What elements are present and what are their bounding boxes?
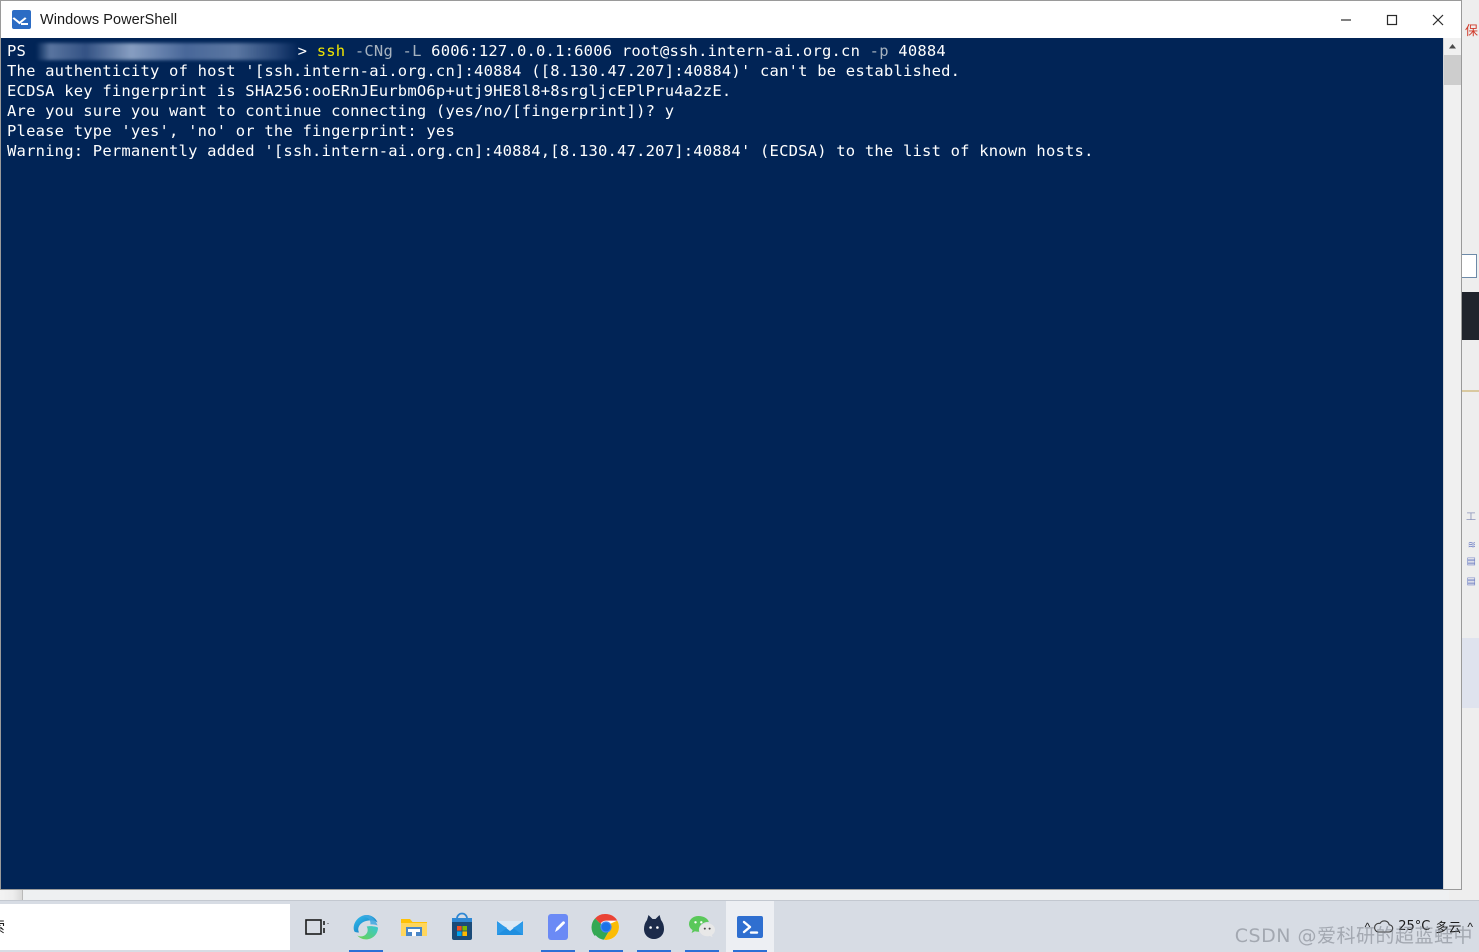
cat-icon (644, 914, 664, 939)
close-icon (1432, 14, 1444, 25)
redacted-path (35, 43, 298, 60)
scroll-up-icon (1449, 44, 1456, 49)
taskbar-item-onenote[interactable] (534, 901, 582, 952)
console-area[interactable]: PS > ssh -CNg -L 6006:127.0.0.1:6006 roo… (1, 38, 1461, 889)
wechat-icon (689, 915, 715, 937)
scrollbar-thumb[interactable] (1444, 55, 1461, 85)
output-line: The authenticity of host '[ssh.intern-ai… (7, 62, 961, 80)
background-right-glyph-2: ≋ (1467, 540, 1476, 551)
cloud-icon (1374, 919, 1394, 933)
console-output[interactable]: PS > ssh -CNg -L 6006:127.0.0.1:6006 roo… (1, 38, 1443, 889)
background-right-glyph-4: ▤ (1466, 576, 1476, 587)
weather-temperature: 25°C (1398, 919, 1431, 934)
command-target: root@ssh.intern-ai.org.cn (621, 42, 861, 60)
task-view-icon (305, 918, 329, 935)
output-line: Warning: Permanently added '[ssh.intern-… (7, 142, 1094, 160)
taskbar-item-file-explorer[interactable] (390, 901, 438, 952)
taskbar-item-microsoft-edge[interactable] (342, 901, 390, 952)
command-forward: 6006:127.0.0.1:6006 (431, 42, 613, 60)
file-explorer-icon (401, 918, 427, 936)
command-executable: ssh (316, 42, 346, 60)
taskbar-item-wechat[interactable] (678, 901, 726, 952)
taskbar-item-mail[interactable] (486, 901, 534, 952)
powershell-window[interactable]: Windows PowerShell PS > ssh -CNg -L 6006… (0, 0, 1462, 890)
scrollbar-track[interactable] (1444, 85, 1461, 889)
window-titlebar[interactable]: Windows PowerShell (1, 1, 1461, 38)
powershell-icon (12, 10, 31, 29)
scroll-up-button[interactable] (1444, 38, 1461, 55)
minimize-icon (1341, 18, 1351, 21)
command-flag-l: -L (402, 42, 422, 60)
minimize-button[interactable] (1323, 1, 1369, 38)
desktop-screen: 片 俞 00 1 保 工 ≋ ▤ ▤ Windows PowerShell (0, 0, 1479, 952)
mail-icon (497, 920, 523, 935)
weather-condition: 多云 (1435, 921, 1462, 936)
output-line: Are you sure you want to continue connec… (7, 102, 675, 120)
background-right-glyph-1: 工 (1466, 512, 1476, 523)
background-right-glyph-3: ▤ (1466, 556, 1476, 567)
weather-widget[interactable]: 25°C 多云 (1372, 917, 1461, 936)
search-placeholder: 索 (0, 916, 5, 937)
search-input[interactable]: 索 (0, 903, 290, 950)
taskbar-item-task-view[interactable] (294, 901, 342, 952)
tray-expand-icon[interactable]: ^ (1365, 920, 1371, 934)
tray-chevron-icon[interactable]: ^ (1467, 920, 1473, 934)
output-line: Please type 'yes', 'no' or the fingerpri… (7, 122, 455, 140)
taskbar-icons (294, 900, 774, 952)
command-flag-cng: -CNg (354, 42, 393, 60)
taskbar-item-microsoft-store[interactable] (438, 901, 486, 952)
prompt-suffix: > (297, 42, 308, 60)
output-line: ECDSA key fingerprint is SHA256:ooERnJEu… (7, 82, 732, 100)
window-controls (1323, 1, 1461, 38)
microsoft-store-icon (452, 912, 472, 940)
taskbar-item-google-chrome[interactable] (582, 901, 630, 952)
maximize-icon (1386, 14, 1398, 25)
maximize-button[interactable] (1369, 1, 1415, 38)
taskbar[interactable]: 索 (0, 900, 1479, 952)
command-port: 40884 (898, 42, 946, 60)
taskbar-item-cat-app[interactable] (630, 901, 678, 952)
system-tray[interactable]: ^ 25°C 多云 ^ (1359, 901, 1479, 952)
taskbar-item-windows-powershell[interactable] (726, 900, 774, 952)
console-scrollbar[interactable] (1443, 38, 1461, 889)
command-flag-p: -p (869, 42, 889, 60)
window-title: Windows PowerShell (40, 11, 178, 28)
background-right-red-text: 保 (1464, 23, 1478, 38)
onenote-icon (548, 913, 568, 940)
google-chrome-icon (591, 913, 619, 940)
prompt-prefix: PS (7, 42, 36, 60)
powershell-taskbar-icon (737, 915, 763, 938)
microsoft-edge-icon (353, 914, 378, 939)
close-button[interactable] (1415, 1, 1461, 38)
